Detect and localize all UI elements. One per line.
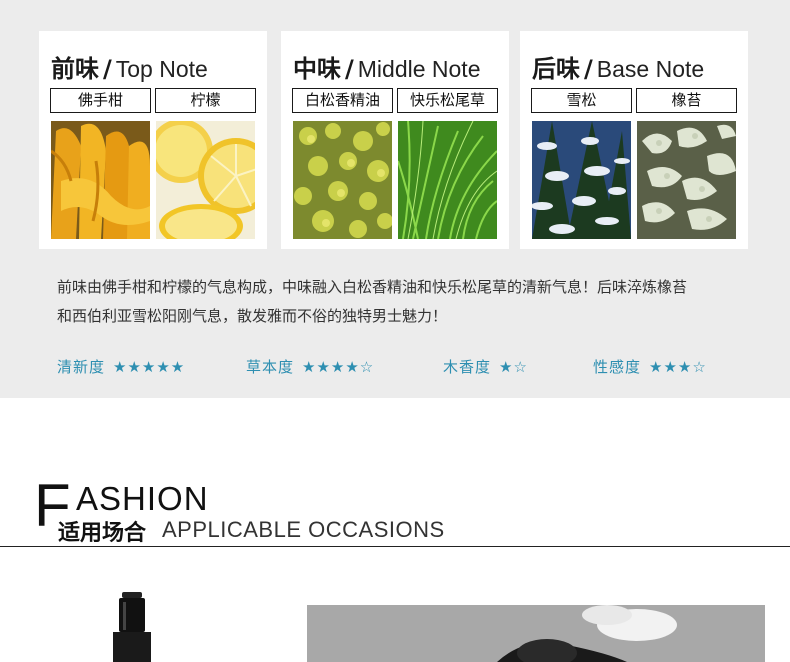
base-note-title-cn: 后味 bbox=[532, 55, 580, 83]
middle-note-title-cn: 中味 bbox=[293, 55, 341, 83]
rating-label: 清新度 bbox=[57, 358, 106, 376]
rating-woody: 木香度 ★☆ bbox=[443, 356, 528, 377]
occasions-title-en: APPLICABLE OCCASIONS bbox=[162, 517, 445, 542]
top-note-title: 前味 / Top Note bbox=[51, 49, 208, 84]
oakmoss-image bbox=[637, 121, 736, 239]
ingredient-tag-lemon: 柠檬 bbox=[155, 88, 256, 113]
title-separator: / bbox=[345, 55, 354, 83]
star-rating-icon: ★★★★☆ bbox=[302, 358, 375, 376]
base-note-title: 后味 / Base Note bbox=[532, 49, 704, 84]
base-note-title-en: Base Note bbox=[596, 56, 705, 82]
title-separator: / bbox=[103, 55, 112, 83]
ingredient-tag-bergamot: 佛手柑 bbox=[50, 88, 151, 113]
top-note-title-cn: 前味 bbox=[51, 55, 99, 83]
base-note-card: 后味 / Base Note 雪松 橡苔 bbox=[520, 31, 748, 249]
rating-label: 木香度 bbox=[443, 358, 492, 376]
section-divider bbox=[0, 546, 790, 547]
rating-freshness: 清新度 ★★★★★ bbox=[57, 356, 185, 377]
fragrance-notes-section: 前味 / Top Note 佛手柑 柠檬 中味 / Middle Note 白松… bbox=[0, 0, 790, 398]
fashion-heading: ASHION bbox=[76, 480, 209, 517]
rating-sensual: 性感度 ★★★☆ bbox=[593, 356, 707, 377]
galbanum-image bbox=[293, 121, 392, 239]
description-line-2: 和西伯利亚雪松阳刚气息，散发雅而不俗的独特男士魅力！ bbox=[57, 307, 448, 325]
cedar-image bbox=[532, 121, 631, 239]
ingredient-tag-cedar: 雪松 bbox=[531, 88, 632, 113]
lemon-image bbox=[156, 121, 255, 239]
middle-note-card: 中味 / Middle Note 白松香精油 快乐松尾草 bbox=[281, 31, 509, 249]
star-rating-icon: ★★★☆ bbox=[649, 358, 707, 376]
bergamot-image bbox=[51, 121, 150, 239]
occasion-photo bbox=[307, 605, 765, 662]
middle-note-title-en: Middle Note bbox=[357, 56, 481, 82]
title-separator: / bbox=[584, 55, 593, 83]
rating-herbal: 草本度 ★★★★☆ bbox=[246, 356, 374, 377]
clary-sage-image bbox=[398, 121, 497, 239]
ingredient-tag-clary-sage: 快乐松尾草 bbox=[397, 88, 498, 113]
star-rating-icon: ★☆ bbox=[499, 358, 528, 376]
description-line-1: 前味由佛手柑和柠檬的气息构成，中味融入白松香精油和快乐松尾草的清新气息！后味淬炼… bbox=[57, 278, 688, 296]
middle-note-title: 中味 / Middle Note bbox=[293, 49, 481, 84]
top-note-card: 前味 / Top Note 佛手柑 柠檬 bbox=[39, 31, 267, 249]
ingredient-tag-galbanum: 白松香精油 bbox=[292, 88, 393, 113]
rating-label: 草本度 bbox=[246, 358, 295, 376]
perfume-bottle-image bbox=[113, 592, 151, 662]
notes-description: 前味由佛手柑和柠檬的气息构成，中味融入白松香精油和快乐松尾草的清新气息！后味淬炼… bbox=[57, 273, 747, 331]
rating-label: 性感度 bbox=[593, 358, 642, 376]
top-note-title-en: Top Note bbox=[115, 56, 208, 82]
star-rating-icon: ★★★★★ bbox=[113, 358, 186, 376]
ingredient-tag-oakmoss: 橡苔 bbox=[636, 88, 737, 113]
occasions-title-cn: 适用场合 bbox=[58, 521, 147, 546]
